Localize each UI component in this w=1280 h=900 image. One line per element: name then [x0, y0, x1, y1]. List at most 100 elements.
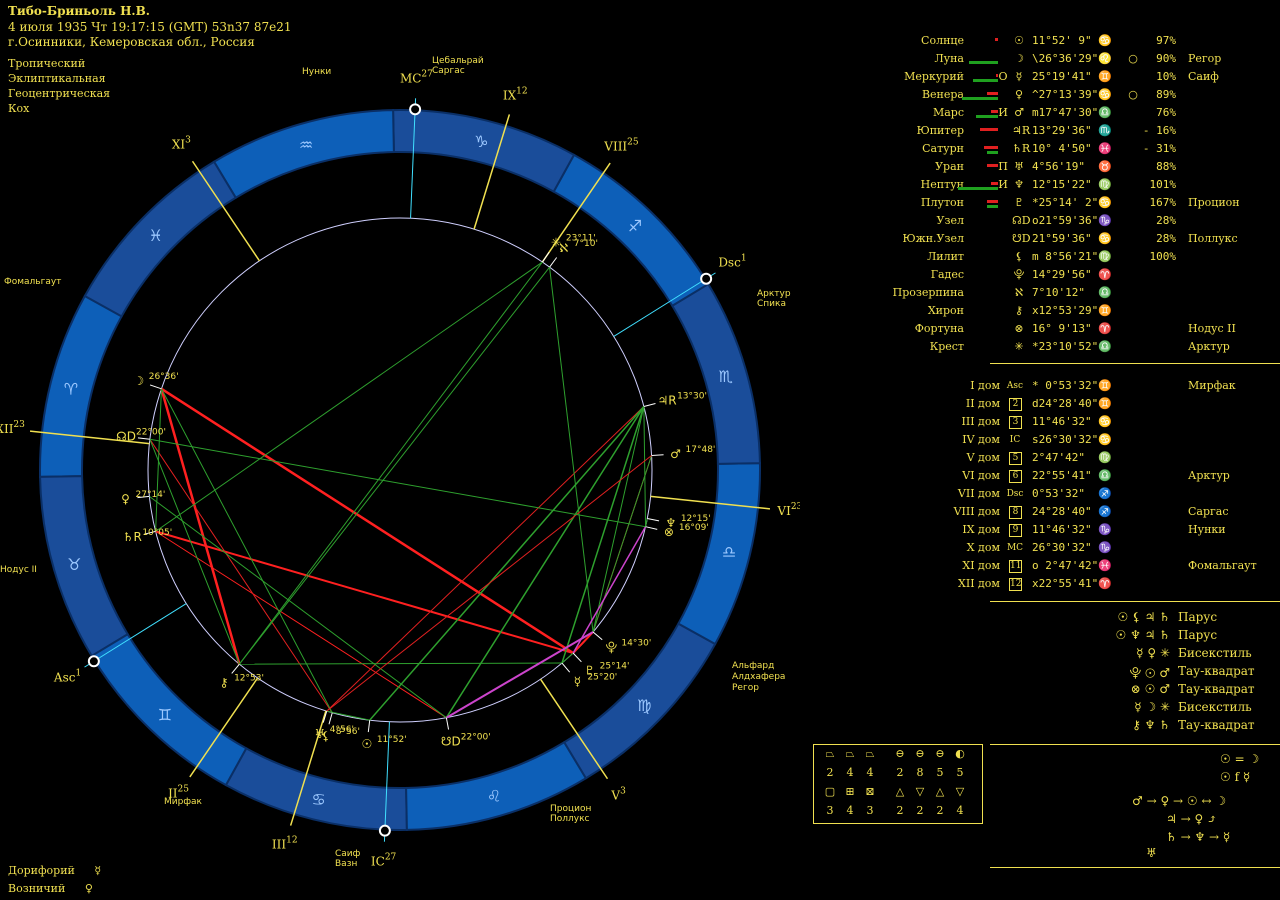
house-row[interactable]: I дом Asc * 0°53'32" ♊ Мирфак — [880, 377, 1280, 395]
house-glyph: 2 — [1009, 398, 1022, 411]
house-row[interactable]: VI дом 6 22°55'41" ♎ Арктур — [880, 467, 1280, 485]
planet-row[interactable]: Прозерпина ℵ 7°10'12" ♎ — [880, 284, 1280, 302]
planet-glyph: ♇ — [1014, 196, 1024, 209]
planet-row[interactable]: Плутон ♇ *25°14' 2" ♋ 167% Процион — [880, 194, 1280, 212]
aspect-line — [149, 495, 447, 719]
zodiac-sign-icon: ♋ — [1098, 196, 1112, 209]
house-name: XI дом — [962, 559, 1000, 572]
planet-wheel-glyph: ♀ — [121, 492, 130, 506]
planet-name: Юпитер — [916, 124, 964, 137]
planet-row[interactable]: Луна ☽ \26°36'29" ♌ ○ 90% Регор — [880, 50, 1280, 68]
house-row[interactable]: VIII дом 8 24°28'40" ♐ Саргас — [880, 503, 1280, 521]
planet-strength-percent: 100% — [1149, 250, 1177, 263]
house-row[interactable]: III дом 3 11°46'32" ♋ — [880, 413, 1280, 431]
house-row[interactable]: X дом MC 26°30'32" ♑ — [880, 539, 1280, 557]
planet-wheel-degree: 27°14' — [136, 490, 166, 500]
planet-degree: 11°52' 9" — [1032, 34, 1092, 47]
planet-row[interactable]: Марс И ♂ m17°47'30" ♎ 76% — [880, 104, 1280, 122]
house-cusp-degree: 3 — [620, 786, 626, 796]
planet-row[interactable]: Солнце ☉ 11°52' 9" ♋ 97% — [880, 32, 1280, 50]
house-row[interactable]: XII дом 12 x22°55'41" ♈ — [880, 575, 1280, 593]
planet-degree: 7°10'12" — [1032, 286, 1085, 299]
planet-glyph: ☋D — [1012, 232, 1031, 245]
planet-row[interactable]: Хирон ⚷ x12°53'29" ♊ — [880, 302, 1280, 320]
zodiac-sign-icon: ♑ — [474, 132, 488, 151]
house-row[interactable]: IX дом 9 11°46'32" ♑ Нунки — [880, 521, 1280, 539]
zodiac-sign-icon: ♑ — [1098, 541, 1112, 554]
zodiac-sign-icon: ♋ — [1098, 88, 1112, 101]
aspect-line — [155, 530, 447, 719]
planet-row[interactable]: Фортуна ⊗ 16° 9'13" ♈ Нодус II — [880, 320, 1280, 338]
aspect-count: 5 — [936, 766, 944, 779]
zodiac-sign-icon: ♎ — [1098, 286, 1112, 299]
aspect-type-icon: △ — [895, 785, 905, 798]
planet-wheel-glyph: ☊D — [116, 429, 136, 443]
house-row[interactable]: IV дом IC s26°30'32" ♋ — [880, 431, 1280, 449]
house-degree: o 2°47'42" — [1032, 559, 1099, 572]
planet-row[interactable]: Лилит ⚸ m 8°56'21" ♍ 100% — [880, 248, 1280, 266]
planet-row[interactable]: Узел ☊D о21°59'36" ♑ 28% — [880, 212, 1280, 230]
house-glyph: 8 — [1009, 506, 1022, 519]
figure-label: Бисекстиль — [1178, 700, 1252, 714]
dispositor-line: ♄ → ♆ → ☿ — [1166, 830, 1231, 844]
fixed-star-label: Спика — [757, 299, 786, 309]
planet-name: Лилит — [927, 250, 964, 263]
house-name: V дом — [966, 451, 1000, 464]
house-cusp-degree: 25 — [627, 138, 639, 148]
zodiac-sign-icon: ♈ — [64, 380, 78, 399]
fixed-star: Процион — [1188, 196, 1240, 209]
planet-name: Марс — [932, 106, 964, 119]
planet-row[interactable]: Южн.Узел ☋D 21°59'36" ♋ 28% Поллукс — [880, 230, 1280, 248]
house-cusp-degree: 23 — [791, 502, 800, 512]
strength-bar-positive — [987, 205, 998, 208]
house-name: III дом — [961, 415, 1000, 428]
dispositor-line: ♃ → ♀ ⤴ — [1166, 812, 1218, 826]
planet-row[interactable]: Крест ✳ *23°10'52" ♎ Арктур — [880, 338, 1280, 356]
planet-degree: *23°10'52" — [1032, 340, 1099, 353]
zodiac-sign-icon: ♈ — [1098, 322, 1112, 335]
natal-chart-wheel[interactable]: ♈♉♊♋ ♌♍♎♏♐♑♒♓Asc1II25III12IC27V3VI23Dsc1V… — [0, 0, 800, 900]
planet-row[interactable]: Уран П ♅ 4°56'19" ♉ 88% — [880, 158, 1280, 176]
fixed-star-label: Арктур — [757, 289, 791, 299]
planet-row[interactable]: Нептун И ♆ 12°15'22" ♍ 101% — [880, 176, 1280, 194]
planet-row[interactable]: Венера ♀ ^27°13'39" ♋ ○ 89% — [880, 86, 1280, 104]
planet-wheel-degree: 26°36' — [149, 372, 179, 382]
planet-wheel-degree: 22°00' — [136, 427, 166, 437]
planet-tick — [645, 526, 658, 530]
house-row[interactable]: V дом 5 2°47'42" ♍ — [880, 449, 1280, 467]
planet-degree: 25°19'41" — [1032, 70, 1092, 83]
house-name: VI дом — [962, 469, 1000, 482]
planet-row[interactable]: Меркурий О ☿ 25°19'41" ♊ 10% Саиф — [880, 68, 1280, 86]
planet-glyph: ♂ — [1014, 106, 1024, 119]
axis-marker — [87, 655, 100, 668]
house-row[interactable]: XI дом 11 o 2°47'42" ♓ Фомальгаут — [880, 557, 1280, 575]
house-cusp-label: IC27 — [371, 853, 397, 869]
planet-name: Фортуна — [914, 322, 964, 335]
footer-star-1: Дорифорий ☿ — [8, 864, 102, 877]
planet-glyph: ♀ — [1014, 88, 1024, 101]
fixed-star: Нунки — [1188, 523, 1226, 536]
fixed-star-label: Регор — [732, 683, 759, 693]
strength-bar-positive — [976, 115, 998, 118]
fixed-star-label: Мирфак — [164, 797, 203, 807]
house-name: II дом — [965, 397, 1000, 410]
planet-row[interactable]: Сатурн ♄R 10° 4'50" ♓ - 31% — [880, 140, 1280, 158]
planet-row[interactable]: Гадес ⯓ 14°29'56" ♈ — [880, 266, 1280, 284]
planet-degree: 14°29'56" — [1032, 268, 1092, 281]
planet-wheel-degree: 16°09' — [679, 523, 709, 533]
planet-name: Узел — [936, 214, 964, 227]
house-row[interactable]: II дом 2 d24°28'40" ♊ — [880, 395, 1280, 413]
planet-strength-percent: 101% — [1149, 178, 1177, 191]
aspect-count: 2 — [826, 766, 834, 779]
house-row[interactable]: VII дом Dsc 0°53'32" ♐ — [880, 485, 1280, 503]
house-cusp-degree: 12 — [516, 86, 527, 96]
planet-wheel-glyph: ♅ — [314, 727, 325, 741]
planet-name: Нептун — [920, 178, 964, 191]
planet-glyph: ⯓ — [1013, 268, 1025, 281]
planet-table: Солнце ☉ 11°52' 9" ♋ 97% Луна ☽ \26°36'29" ♌ ○ 90%… — [880, 32, 1280, 362]
planet-glyph: ⊗ — [1014, 322, 1024, 335]
planet-degree: \26°36'29" — [1032, 52, 1099, 65]
planet-strength-percent: 90% — [1156, 52, 1176, 65]
planet-row[interactable]: Юпитер ♃R 13°29'36" ♏ - 16% — [880, 122, 1280, 140]
aspect-count: 8 — [916, 766, 924, 779]
